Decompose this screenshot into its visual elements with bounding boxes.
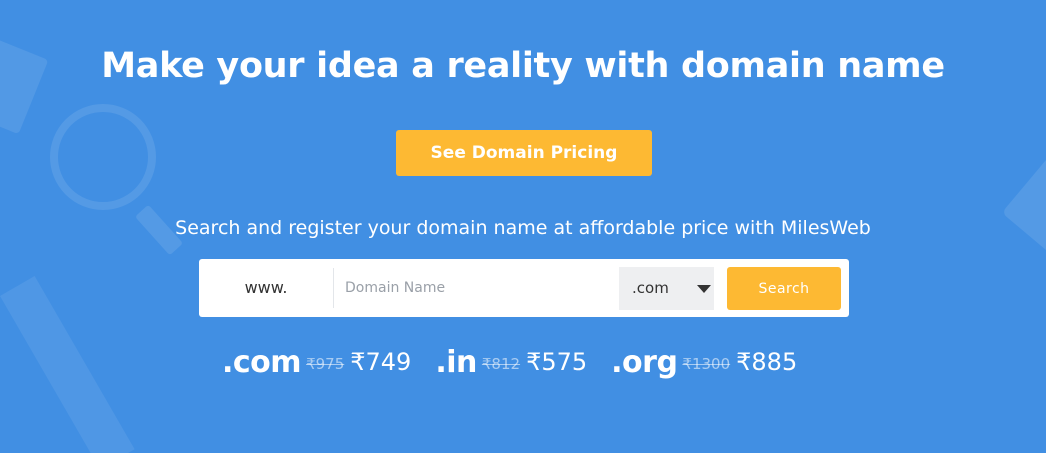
price-new: ₹575 <box>526 348 588 376</box>
decorative-bar <box>0 276 135 453</box>
price-new: ₹885 <box>736 348 798 376</box>
decorative-right-shape <box>1001 156 1046 254</box>
page-title: Make your idea a reality with domain nam… <box>101 46 945 86</box>
hero-banner: Make your idea a reality with domain nam… <box>0 0 1046 453</box>
search-button[interactable]: Search <box>727 267 841 310</box>
price-new: ₹749 <box>350 348 412 376</box>
tld-dropdown[interactable]: .com <box>619 267 714 310</box>
price-item-com: .com ₹975 ₹749 <box>222 345 411 380</box>
price-extension: .org <box>611 344 678 380</box>
price-old: ₹812 <box>481 355 521 373</box>
page-subtitle: Search and register your domain name at … <box>175 217 871 239</box>
price-item-in: .in ₹812 ₹575 <box>435 345 587 380</box>
price-extension: .com <box>222 344 302 380</box>
www-prefix: www. <box>199 268 334 308</box>
see-domain-pricing-button[interactable]: See Domain Pricing <box>396 130 652 176</box>
domain-name-input[interactable] <box>335 268 617 308</box>
price-extension: .in <box>435 344 477 380</box>
domain-search-form: www. .com Search <box>199 259 849 317</box>
magnifier-decoration-icon <box>50 104 156 210</box>
tld-selected-value: .com <box>632 279 669 297</box>
chevron-down-icon <box>697 285 711 293</box>
price-old: ₹975 <box>306 355 345 373</box>
price-item-org: .org ₹1300 ₹885 <box>611 345 797 380</box>
price-old: ₹1300 <box>682 355 731 373</box>
domain-price-list: .com ₹975 ₹749 .in ₹812 ₹575 .org ₹1300 … <box>222 338 797 386</box>
